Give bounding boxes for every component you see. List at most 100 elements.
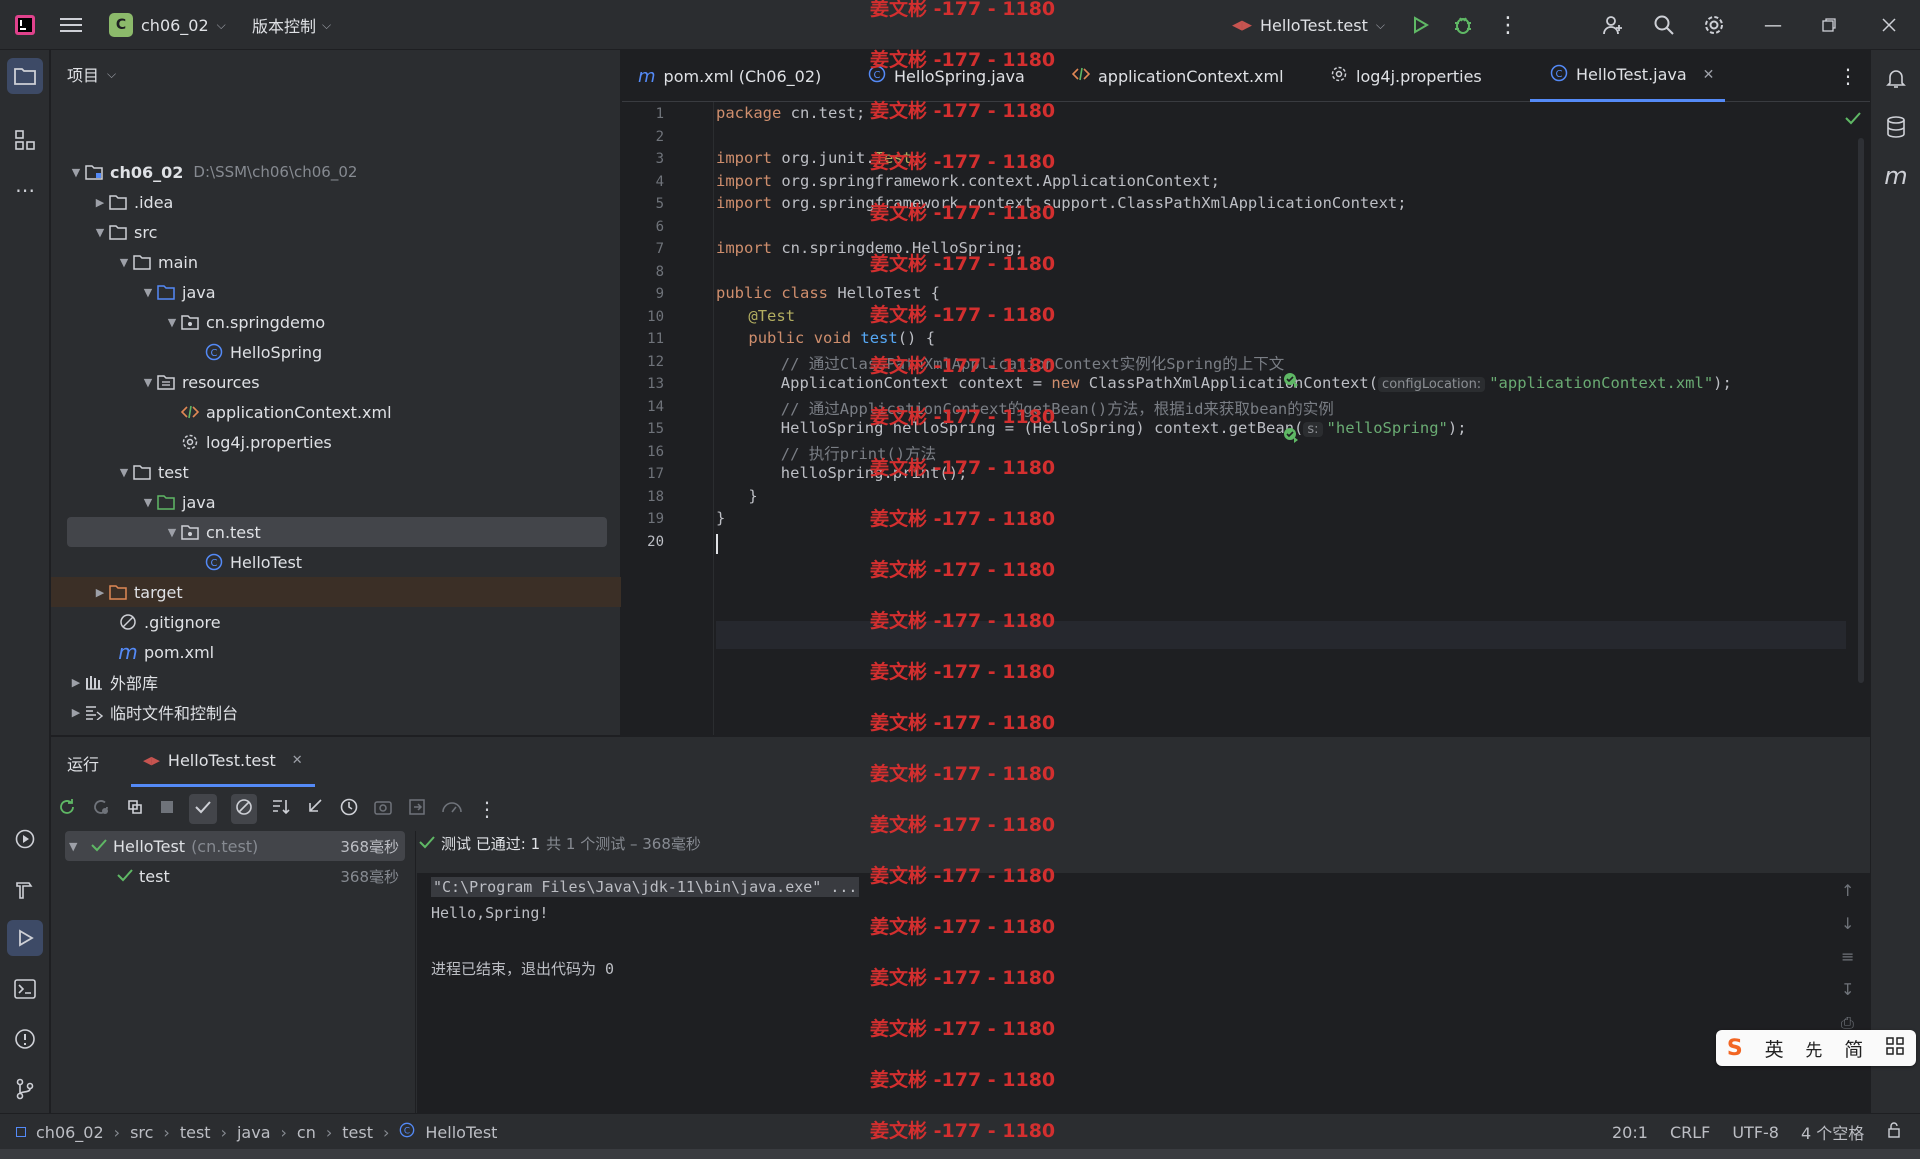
test-tree-method[interactable]: test 368毫秒 — [65, 861, 405, 891]
punctuation-icon[interactable]: 先 — [1805, 1036, 1822, 1061]
tree-item-log4j-properties[interactable]: log4j.properties — [51, 427, 621, 457]
coverage-gauge-icon[interactable] — [441, 798, 463, 820]
tree-item-gitignore[interactable]: .gitignore — [51, 607, 621, 637]
run-gutter-icon[interactable] — [1283, 372, 1299, 392]
readonly-lock-icon[interactable] — [1886, 1122, 1902, 1142]
breadcrumb-item[interactable]: cn — [297, 1123, 316, 1142]
run-config-selector[interactable]: ◀▶ HelloTest.test ⌵ — [1232, 0, 1385, 50]
tab-pom-xml[interactable]: m pom.xml (Ch06_02) — [638, 50, 821, 102]
close-window-button[interactable] — [1882, 0, 1896, 50]
tree-item-scratches[interactable]: ▶ 临时文件和控制台 — [51, 697, 621, 727]
arrow-up-icon[interactable]: ↑ — [1841, 881, 1854, 900]
tree-item-src[interactable]: ▼ src — [51, 217, 621, 247]
tab-log4j-properties[interactable]: log4j.properties — [1330, 50, 1482, 102]
close-tab-icon[interactable]: ✕ — [1703, 67, 1715, 83]
tree-item-resources[interactable]: ▼ resources — [51, 367, 621, 397]
caret-position[interactable]: 20:1 — [1612, 1123, 1648, 1142]
show-passed-icon[interactable] — [189, 794, 217, 824]
minimize-button[interactable]: — — [1764, 0, 1782, 50]
vcs-menu[interactable]: 版本控制 ⌵ — [252, 0, 331, 50]
breadcrumb-item[interactable]: HelloTest — [425, 1123, 497, 1142]
line-ending[interactable]: CRLF — [1670, 1123, 1710, 1142]
build-hammer-icon[interactable] — [7, 871, 43, 907]
tree-item-target[interactable]: ▶ target — [51, 577, 621, 607]
indent-setting[interactable]: 4 个空格 — [1801, 1120, 1864, 1144]
more-actions-icon[interactable]: ⋮ — [1497, 0, 1519, 50]
services-tool-button[interactable] — [7, 821, 43, 857]
arrow-down-icon[interactable]: ↓ — [1841, 914, 1854, 933]
no-problems-check-icon[interactable] — [1844, 110, 1862, 130]
history-clock-icon[interactable] — [339, 797, 359, 821]
tree-item-pom-xml[interactable]: m pom.xml — [51, 637, 621, 667]
root-label: ch06_02 — [110, 162, 184, 182]
more-tools-icon[interactable]: ⋯ — [7, 172, 43, 208]
add-user-icon[interactable] — [1602, 0, 1624, 50]
soft-wrap-icon[interactable]: ≡ — [1841, 947, 1854, 966]
settings-gear-icon[interactable] — [1703, 0, 1725, 50]
rerun-icon[interactable] — [57, 797, 77, 821]
project-switcher[interactable]: C ch06_02 ⌵ — [109, 0, 226, 50]
restore-button[interactable] — [1822, 0, 1836, 50]
scroll-to-end-icon[interactable]: ↧ — [1841, 980, 1854, 999]
stop-icon[interactable] — [159, 799, 175, 819]
tree-item-applicationcontext-xml[interactable]: applicationContext.xml — [51, 397, 621, 427]
screenshot-camera-icon[interactable] — [373, 798, 393, 820]
project-view-selector[interactable]: 项目 ⌵ — [67, 62, 116, 86]
toggle-auto-test-icon[interactable] — [125, 797, 145, 821]
project-tool-button[interactable] — [7, 58, 43, 94]
breadcrumb-item[interactable]: ch06_02 — [36, 1123, 104, 1142]
export-icon[interactable] — [407, 797, 427, 821]
git-branch-icon[interactable] — [7, 1071, 43, 1107]
run-button[interactable] — [1410, 0, 1430, 50]
problems-tool-button[interactable] — [7, 1021, 43, 1057]
terminal-tool-button[interactable] — [7, 971, 43, 1007]
maven-icon[interactable]: m — [1878, 158, 1914, 194]
show-ignored-icon[interactable] — [231, 794, 257, 824]
tree-item-cn-springdemo[interactable]: ▼ cn.springdemo — [51, 307, 621, 337]
tree-item-main-java[interactable]: ▼ java — [51, 277, 621, 307]
tree-item-external-libraries[interactable]: ▶ 外部库 — [51, 667, 621, 697]
breadcrumb-item[interactable]: test — [342, 1123, 373, 1142]
more-actions-icon[interactable]: ⋮ — [477, 797, 497, 821]
ime-language-mode[interactable]: 英 — [1765, 1035, 1784, 1062]
tab-run-hellotest[interactable]: ◀▶ HelloTest.test ✕ — [131, 737, 315, 787]
breadcrumb-item[interactable]: java — [237, 1123, 271, 1142]
intellij-logo-icon[interactable] — [14, 0, 36, 50]
tree-item-idea[interactable]: ▶ .idea — [51, 187, 621, 217]
tab-applicationcontext-xml[interactable]: applicationContext.xml — [1071, 50, 1284, 102]
main-menu-icon[interactable] — [60, 0, 82, 50]
breadcrumb-item[interactable]: test — [180, 1123, 211, 1142]
sogou-logo-icon[interactable]: S — [1727, 1036, 1743, 1061]
chevron-right-icon: ▶ — [71, 675, 81, 689]
database-icon[interactable] — [1878, 109, 1914, 145]
run-tool-button[interactable] — [7, 920, 43, 956]
close-tab-icon[interactable]: ✕ — [292, 753, 303, 768]
run-gutter-icon[interactable] — [1283, 427, 1299, 447]
file-encoding[interactable]: UTF-8 — [1732, 1123, 1779, 1142]
tree-item-cn-test[interactable]: ▼ cn.test — [51, 517, 621, 547]
tree-item-test[interactable]: ▼ test — [51, 457, 621, 487]
console-output[interactable]: "C:\Program Files\Java\jdk-11\bin\java.e… — [417, 873, 1870, 1114]
tree-item-test-java[interactable]: ▼ java — [51, 487, 621, 517]
tree-item-hellotest[interactable]: C HelloTest — [51, 547, 621, 577]
structure-tool-button[interactable] — [7, 122, 43, 158]
notifications-bell-icon[interactable] — [1878, 60, 1914, 96]
import-tests-icon[interactable] — [305, 797, 325, 821]
search-icon[interactable] — [1653, 0, 1675, 50]
breadcrumb-item[interactable]: src — [130, 1123, 153, 1142]
tree-item-hellospring[interactable]: C HelloSpring — [51, 337, 621, 367]
code-line: helloSpring.print(); — [781, 464, 968, 482]
ime-grid-menu-icon[interactable] — [1885, 1036, 1905, 1061]
tree-item-main[interactable]: ▼ main — [51, 247, 621, 277]
tab-hellospring-java[interactable]: C HelloSpring.java — [868, 50, 1025, 102]
ime-simplified-mode[interactable]: 简 — [1844, 1035, 1863, 1062]
tab-hellotest-java[interactable]: C HelloTest.java ✕ — [1530, 50, 1725, 102]
sort-alphabetically-icon[interactable] — [271, 797, 291, 821]
editor-scrollbar[interactable] — [1858, 138, 1864, 683]
tree-item-root[interactable]: ▼ ch06_02 D:\SSM\ch06\ch06_02 — [51, 157, 621, 187]
rerun-failed-icon[interactable] — [91, 797, 111, 821]
debug-button[interactable] — [1452, 0, 1474, 50]
test-tree-root[interactable]: ▼ HelloTest (cn.test) 368毫秒 — [65, 831, 405, 861]
tab-actions-more-icon[interactable]: ⋮ — [1838, 50, 1858, 102]
test-duration: 368毫秒 — [340, 867, 399, 886]
